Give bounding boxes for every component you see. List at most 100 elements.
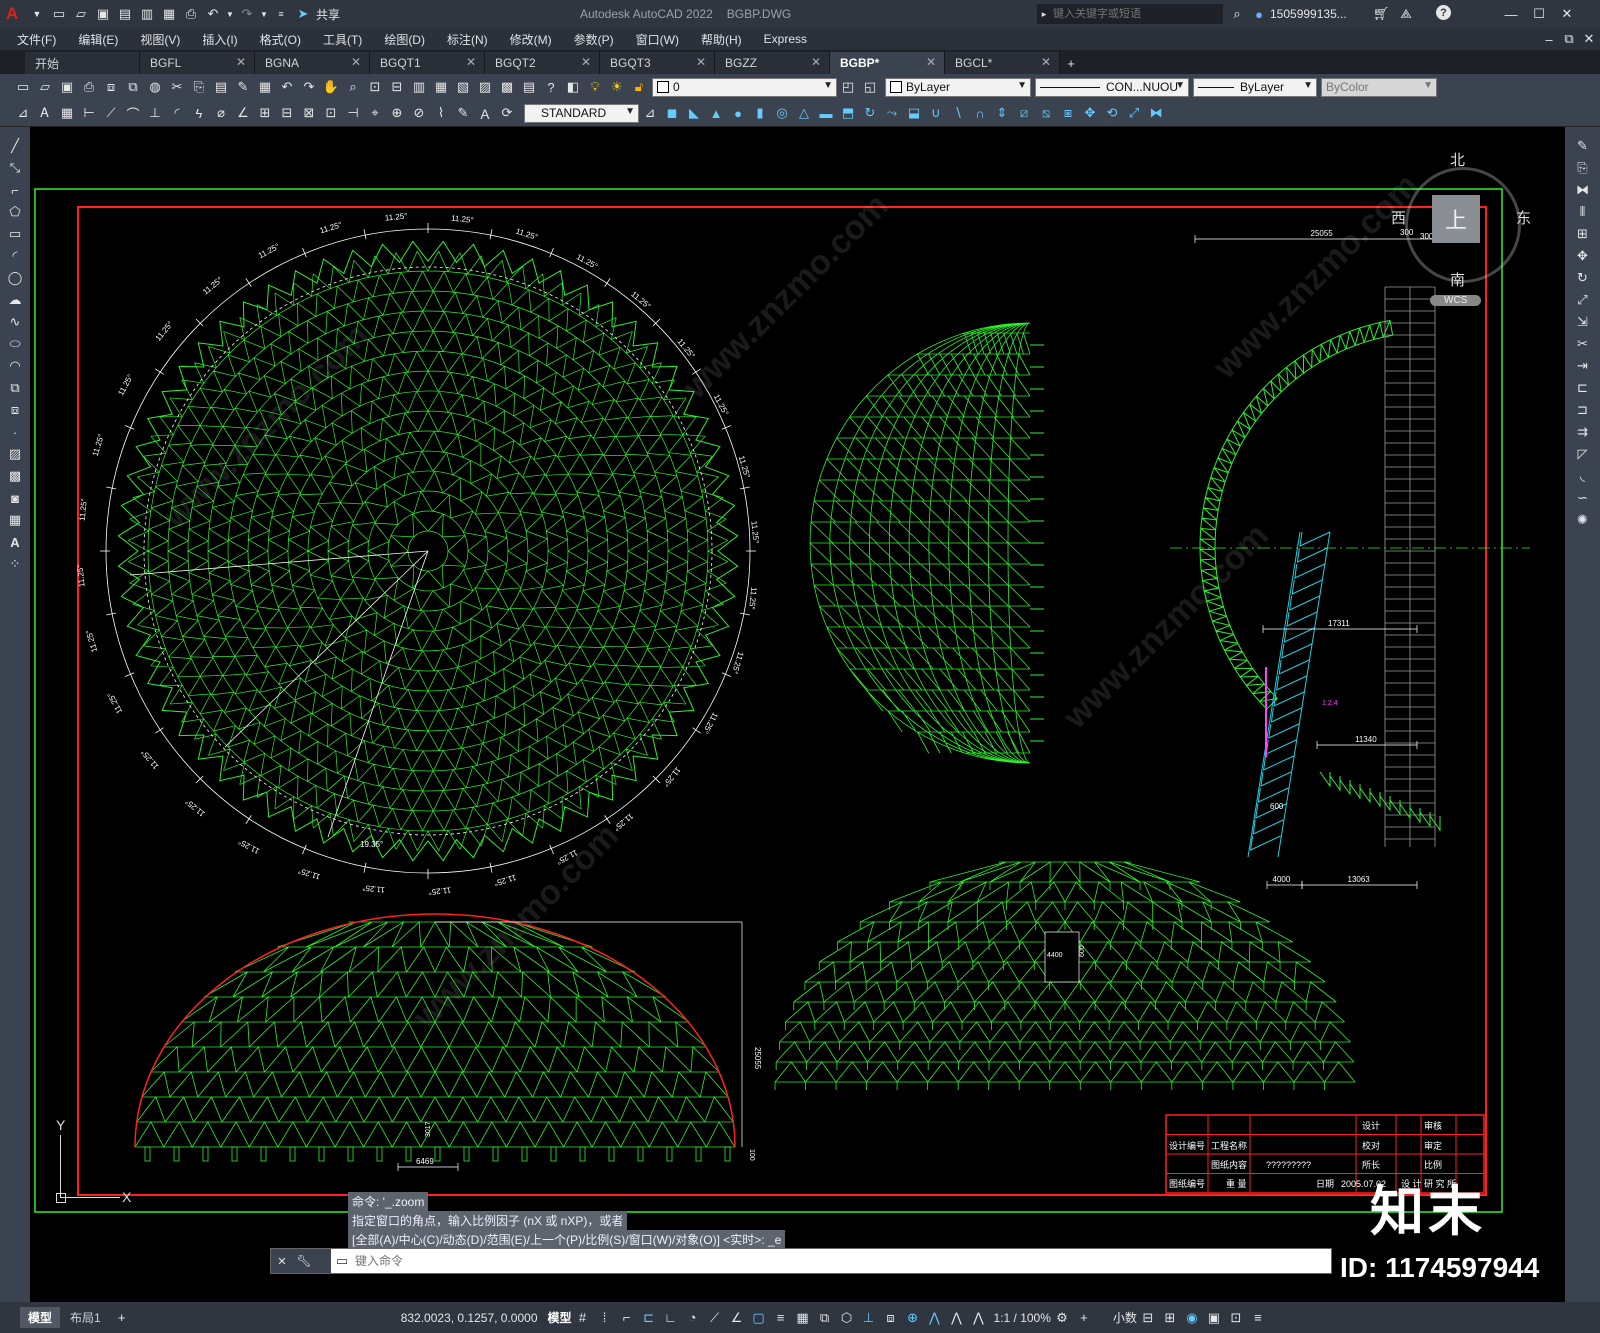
save-icon[interactable]: ▣ (94, 5, 112, 23)
polar-icon[interactable]: ◔ (684, 1309, 702, 1327)
share-button[interactable]: 共享 (316, 6, 340, 23)
subtract-icon[interactable]: ∖ (949, 104, 967, 122)
layer-dropdown[interactable]: 0 ▼ (652, 77, 837, 97)
quickcalc-icon[interactable]: ▤ (520, 78, 538, 96)
spline-icon[interactable]: ∿ (6, 313, 24, 331)
explode-icon[interactable]: ✺ (1574, 511, 1592, 529)
make-block-icon[interactable]: ⧈ (6, 401, 24, 419)
new-tab-icon[interactable]: + (1062, 54, 1080, 72)
pyramid-icon[interactable]: △ (795, 104, 813, 122)
join-icon[interactable]: ⇉ (1574, 423, 1592, 441)
jogged-icon[interactable]: ϟ (190, 104, 208, 122)
file-tab[interactable]: BGQT3 ✕ (600, 52, 715, 74)
3d-osnap-icon[interactable]: ⬡ (838, 1309, 856, 1327)
close-tab-icon[interactable]: ✕ (1041, 55, 1051, 69)
center-mark-icon[interactable]: ⊕ (388, 104, 406, 122)
grid-icon[interactable]: # (574, 1309, 592, 1327)
markup-icon[interactable]: ▩ (498, 78, 516, 96)
close-tab-icon[interactable]: ✕ (811, 55, 821, 69)
text-style-dropdown[interactable]: STANDARD ▼ (524, 103, 639, 123)
command-input[interactable] (353, 1253, 1331, 1269)
redo-icon[interactable]: ↷ (300, 78, 318, 96)
union-icon[interactable]: ∪ (927, 104, 945, 122)
help-icon[interactable]: ? (1436, 5, 1451, 20)
erase-icon[interactable]: ✎ (1574, 137, 1592, 155)
table-icon[interactable]: ▦ (6, 511, 24, 529)
line-icon[interactable]: ╱ (6, 137, 24, 155)
osnap-tracking-icon[interactable]: ∠ (728, 1309, 746, 1327)
app-menu-dropdown-icon[interactable]: ▼ (28, 5, 46, 23)
menu-item[interactable]: 视图(V) (140, 31, 180, 48)
match-prop-icon[interactable]: ✎ (234, 78, 252, 96)
preview-icon[interactable]: ⧈ (102, 78, 120, 96)
paste-icon[interactable]: ▤ (212, 78, 230, 96)
revcloud-icon[interactable]: ☁ (6, 291, 24, 309)
dim-update-icon[interactable]: ⟳ (498, 104, 516, 122)
menu-item[interactable]: 参数(P) (574, 31, 614, 48)
dim-break-icon[interactable]: ⊣ (344, 104, 362, 122)
properties-icon[interactable]: ▥ (410, 78, 428, 96)
ellipse-icon[interactable]: ⬭ (6, 335, 24, 353)
sweep-icon[interactable]: ⤳ (883, 104, 901, 122)
extend-icon[interactable]: ⇥ (1574, 357, 1592, 375)
file-tab[interactable]: BGCL* ✕ (945, 52, 1060, 74)
3d-scale-icon[interactable]: ⤢ (1125, 104, 1143, 122)
units-value[interactable]: 小数 (1113, 1309, 1137, 1326)
plotstyle-dropdown[interactable]: ByColor ▼ (1321, 77, 1437, 97)
save-web-icon[interactable]: ▦ (160, 5, 178, 23)
dim-text-edit-icon[interactable]: Ａ (476, 104, 494, 122)
menu-item[interactable]: 插入(I) (202, 31, 237, 48)
file-tab[interactable]: BGBP* ✕ (830, 52, 945, 74)
offset-icon[interactable]: ⫴ (1574, 203, 1592, 221)
continue-icon[interactable]: ⊠ (300, 104, 318, 122)
app-logo[interactable]: A (6, 4, 26, 24)
table-style-icon[interactable]: ▦ (58, 104, 76, 122)
menu-item[interactable]: Express (764, 32, 807, 46)
open-icon[interactable]: ▱ (72, 5, 90, 23)
ortho-icon[interactable]: ∟ (662, 1309, 680, 1327)
zoom-window-icon[interactable]: ⊡ (366, 78, 384, 96)
doc-minimize-icon[interactable]: – (1540, 30, 1558, 48)
cylinder-icon[interactable]: ▮ (751, 104, 769, 122)
close-tab-icon[interactable]: ✕ (466, 55, 476, 69)
color-dropdown[interactable]: ByLayer ▼ (885, 77, 1031, 97)
gizmo-icon[interactable]: ⊕ (904, 1309, 922, 1327)
ordinate-icon[interactable]: ⊥ (146, 104, 164, 122)
dim-edit-icon[interactable]: ✎ (454, 104, 472, 122)
mtext-icon[interactable]: A (6, 533, 24, 551)
point-icon[interactable]: · (6, 423, 24, 441)
inspect-icon[interactable]: ⊘ (410, 104, 428, 122)
loft-icon[interactable]: ⬓ (905, 104, 923, 122)
cut-icon[interactable]: ✂ (168, 78, 186, 96)
isodraft-icon[interactable]: ⟋ (706, 1309, 724, 1327)
command-close-icon[interactable]: ✕ (273, 1252, 291, 1270)
auto-scale-icon[interactable]: ⋀ (948, 1309, 966, 1327)
tolerance-icon[interactable]: ⌖ (366, 104, 384, 122)
transparency-icon[interactable]: ▦ (794, 1309, 812, 1327)
layer-manager-icon[interactable]: ◧ (564, 78, 582, 96)
file-tab[interactable]: BGQT2 ✕ (485, 52, 600, 74)
mirror-icon[interactable]: ⧓ (1574, 181, 1592, 199)
search-icon[interactable]: ⌕ (1228, 5, 1246, 23)
linear-dim-icon[interactable]: ⊢ (80, 104, 98, 122)
snap-icon[interactable]: ⁞ (596, 1309, 614, 1327)
close-icon[interactable]: ✕ (1558, 5, 1576, 23)
undo-icon[interactable]: ↶ (278, 78, 296, 96)
insert-block-icon[interactable]: ⧉ (6, 379, 24, 397)
intersect-icon[interactable]: ∩ (971, 104, 989, 122)
dim-override-icon[interactable]: ⊿ (641, 104, 659, 122)
selection-filter-icon[interactable]: ⧈ (882, 1309, 900, 1327)
customize-qat-icon[interactable]: ≡ (272, 5, 290, 23)
ellipse-arc-icon[interactable]: ◠ (6, 357, 24, 375)
break-icon[interactable]: ⊐ (1574, 401, 1592, 419)
file-tab[interactable]: BGFL ✕ (140, 52, 255, 74)
section-plane-icon[interactable]: ⧅ (1037, 104, 1055, 122)
3d-dwf-icon[interactable]: ◍ (146, 78, 164, 96)
baseline-icon[interactable]: ⊟ (278, 104, 296, 122)
box-icon[interactable]: ◼ (663, 104, 681, 122)
lineweight-icon[interactable]: ≡ (772, 1309, 790, 1327)
zoom-previous-icon[interactable]: ⊟ (388, 78, 406, 96)
close-tab-icon[interactable]: ✕ (926, 55, 936, 69)
menu-item[interactable]: 编辑(E) (78, 31, 118, 48)
angular-icon[interactable]: ∠ (234, 104, 252, 122)
